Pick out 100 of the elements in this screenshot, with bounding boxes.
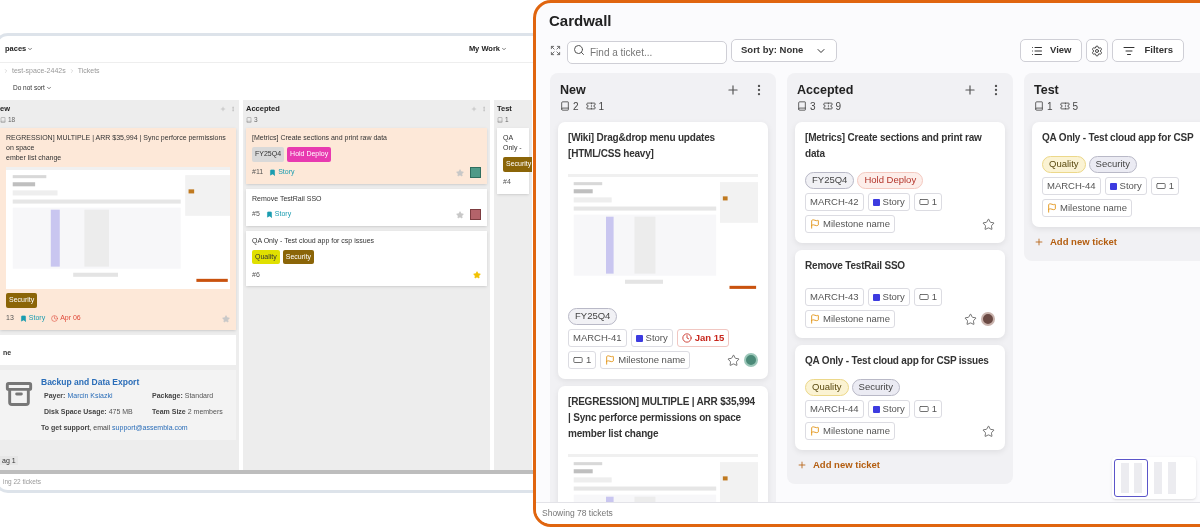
archive-icon [5,379,33,408]
ticket-title: [REGRESSION] MULTIPLE | ARR $35,994 | Sync perforce permissions on space member list change [568,395,756,441]
story-count: 2 [573,99,579,114]
label-chip: Security [851,379,900,396]
book-icon [0,117,6,123]
label-chip: Quality [805,379,849,396]
book-icon [1034,101,1044,111]
star-icon[interactable] [727,353,740,367]
ticket-card[interactable]: QA Only - Test cloud app for CSP Quality Security MARCH-44 Story 1 Milestone name [1032,122,1200,227]
ticket-id: MARCH-44 [1042,177,1101,195]
ticket-title: QA Only - Test cloud app for CSP [1042,131,1195,145]
comment-count: 1 [1150,177,1180,195]
ticket-count: 1 [598,99,605,114]
ticket-type: Story [867,288,910,306]
add-icon[interactable] [726,83,740,97]
label-chip: Hold Deploy [857,172,924,189]
ticket-id: MARCH-43 [805,288,864,306]
flag-icon [810,219,820,229]
ticket-icon [585,101,596,111]
ticket-type: Story [867,400,910,418]
bookmark-icon [269,169,277,176]
add-icon[interactable] [963,83,977,97]
ticket-card[interactable]: [Wiki] Drag&drop menu updates [HTML/CSS heavy] FY25Q4 MARCH-41 Story Jan 15 1 Milestone name [558,122,768,379]
star-icon[interactable] [982,217,995,231]
flag-icon [605,355,616,365]
milestone-chip: Milestone name [805,215,896,233]
comment-count: 1 [568,351,597,369]
ticket-type: Story [1104,177,1147,195]
clock-icon [51,315,59,322]
ticket-count: 5 [1072,99,1079,114]
list-icon [1031,44,1043,57]
search-icon [573,44,585,56]
chevron-icon [3,68,9,74]
flag-icon [810,314,820,324]
column-title: Accepted [797,81,854,99]
book-icon [497,117,503,123]
ticket-type: Story [867,193,910,211]
story-icon [872,293,880,301]
ticket-icon [1059,101,1070,111]
bookmark-icon [19,315,27,322]
ticket-card[interactable]: [Metrics] Create sections and print raw data FY25Q4 Hold Deploy MARCH-42 Story 1 Milestone name [795,122,1005,243]
settings-button[interactable] [1086,39,1109,62]
book-icon [560,101,570,111]
add-ticket-button[interactable]: Add new ticket [1032,235,1120,250]
ticket-card[interactable]: Remove TestRail SSO MARCH-43 Story 1 Milestone name [795,250,1005,338]
ticket-total: Showing 78 tickets [542,507,613,520]
page-title: Cardwall [549,10,612,31]
book-icon [797,101,807,111]
story-count: 3 [810,99,816,114]
comment-icon [918,404,929,414]
comment-count: 1 [913,288,943,306]
filters-button[interactable]: Filters [1112,39,1184,62]
label-chip: FY25Q4 [805,172,855,189]
milestone-chip: Milestone name [600,351,691,369]
add-ticket-button[interactable]: Add new ticket [795,458,883,473]
ticket-icon [822,101,833,111]
clock-icon [681,333,692,343]
expand-icon[interactable] [550,45,561,56]
story-count: 1 [1047,99,1053,114]
flag-icon [810,426,820,436]
backup-title: Backup and Data Export [41,375,141,389]
ticket-title: Remove TestRail SSO [805,259,906,273]
milestone-chip: Milestone name [805,310,896,328]
label-chip: FY25Q4 [568,308,618,325]
caret-icon [45,85,52,91]
ticket-card[interactable]: QA Only - Test cloud app for CSP issues Quality Security MARCH-44 Story 1 Milestone name [795,345,1005,450]
column-title: New [560,81,586,99]
label-chip: Quality [1042,156,1086,173]
column-title: Test [1034,81,1059,99]
chevron-icon [68,68,75,74]
ticket-title: QA Only - Test cloud app for CSP issues [805,354,990,368]
due-date: Jan 15 [676,329,730,347]
filter-icon [1123,44,1136,57]
comment-icon [918,197,929,207]
minimap[interactable] [1112,457,1196,499]
book-icon [246,117,252,123]
ticket-count: 9 [835,99,842,114]
comment-count: 1 [913,193,943,211]
ticket-type: Story [630,329,673,347]
search-field[interactable]: Find a ticket... [567,41,727,64]
story-icon [872,198,880,206]
star-icon[interactable] [964,312,977,326]
caret-icon [501,46,507,52]
ticket-card[interactable]: [REGRESSION] MULTIPLE | ARR $35,994 | Sync perforce permissions on space member list change [558,386,768,502]
star-icon[interactable] [982,424,995,438]
ticket-title: [Wiki] Drag&drop menu updates [HTML/CSS heavy] [568,131,716,161]
milestone-chip: Milestone name [1042,199,1133,217]
story-icon [1109,182,1117,190]
story-icon [872,405,880,413]
comment-count: 1 [913,400,943,418]
sort-dropdown[interactable]: Sort by: None [731,39,837,62]
caret-icon [27,46,34,52]
flag-icon [1047,203,1057,213]
story-icon [635,334,643,342]
comment-icon [1155,181,1166,191]
view-button[interactable]: View [1020,39,1083,62]
ticket-id: MARCH-42 [805,193,864,211]
add-icon [797,460,807,471]
milestone-chip: Milestone name [805,422,896,440]
settings-icon [1091,44,1104,57]
